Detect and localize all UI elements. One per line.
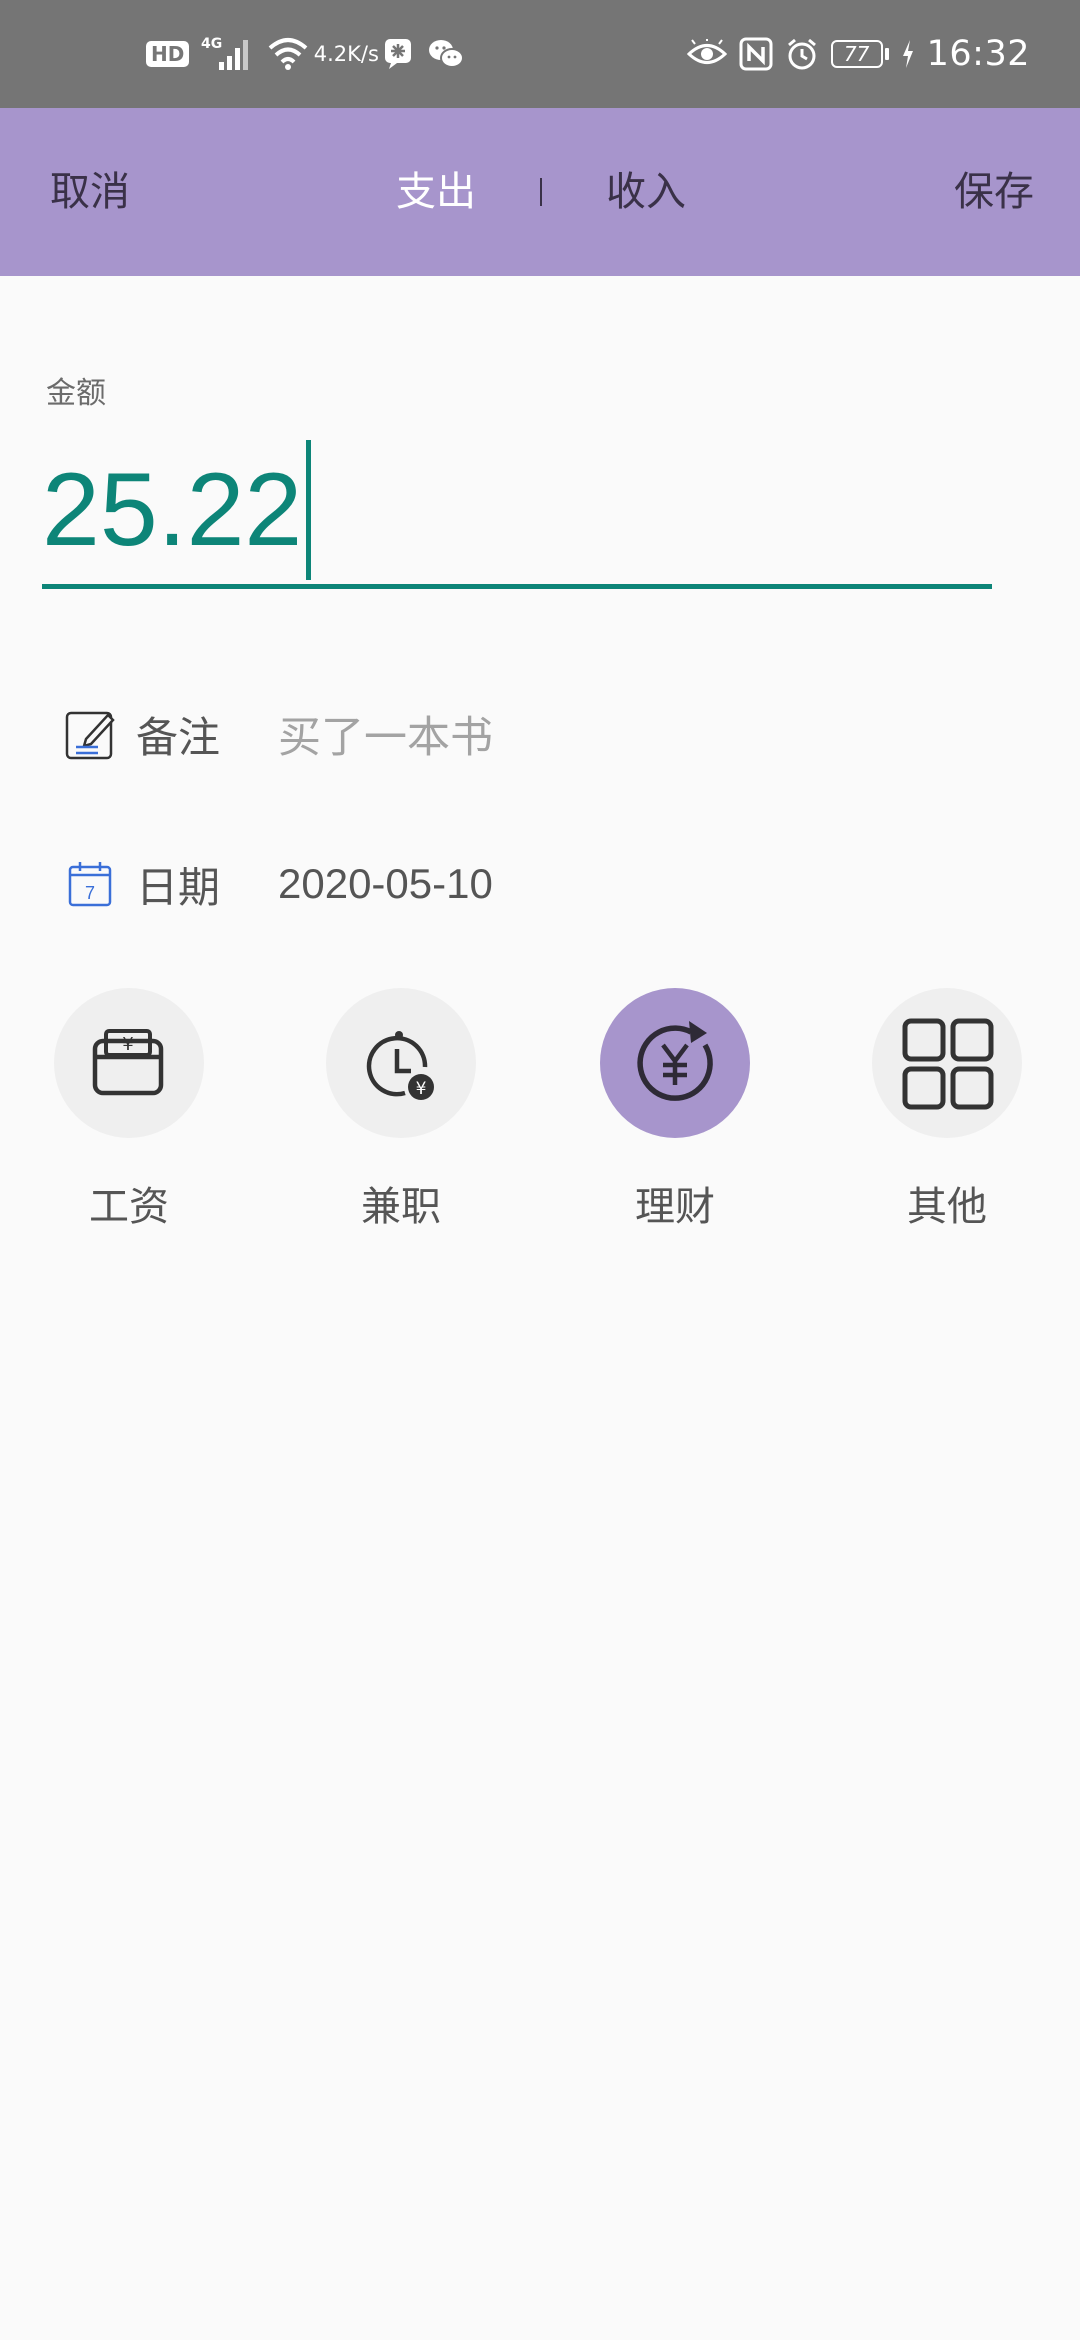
app-header: 取消 支出 收入 保存 [0,108,1080,276]
edit-note-icon [64,706,116,762]
cancel-button[interactable]: 取消 [50,108,130,276]
amount-label: 金额 [46,376,106,411]
network-speed-value: 4.2 [313,42,348,66]
date-label: 日期 [136,862,221,912]
charging-icon [901,39,915,69]
network-type-label: 4G [201,36,222,52]
category-parttime[interactable]: ¥ 兼职 [306,988,496,1232]
note-row[interactable]: 备注 买了一本书 [64,704,493,764]
wallet-yuan-icon: ¥ [92,1029,164,1096]
network-speed: 4.2 K/s [314,42,379,66]
nfc-icon [739,37,773,71]
status-bar-right: 77 16:32 [686,30,1030,78]
alarm-icon [785,37,819,71]
calendar-icon: 7 [64,856,116,912]
app-notification-icon [383,37,415,71]
category-parttime-button[interactable]: ¥ [326,988,476,1138]
eye-comfort-icon [686,39,727,69]
tab-income[interactable]: 收入 [606,108,686,276]
yuan-cycle-icon [637,1021,713,1101]
amount-input[interactable]: 25.22 [42,440,992,592]
amount-underline [42,584,992,589]
hd-voice-icon: HD [146,41,190,67]
category-parttime-label: 兼职 [361,1184,441,1230]
tab-expense[interactable]: 支出 [396,108,476,276]
calendar-icon-day: 7 [85,883,95,903]
svg-text:¥: ¥ [122,1034,133,1055]
category-salary-button[interactable]: ¥ [54,988,204,1138]
category-finance[interactable]: 理财 [580,988,770,1232]
wifi-icon [267,36,309,72]
category-salary[interactable]: ¥ 工资 [34,988,224,1232]
amount-value[interactable]: 25.22 [42,440,302,580]
svg-text:¥: ¥ [416,1079,427,1099]
status-bar: HD 4G 4.2 K/s 77 16:32 [0,0,1080,108]
note-label: 备注 [136,712,221,762]
note-field[interactable]: 买了一本书 [278,703,493,765]
text-cursor [306,440,311,580]
network-speed-unit: K/s [347,42,379,66]
battery-icon: 77 [830,40,889,68]
category-finance-button[interactable] [600,988,750,1138]
save-button[interactable]: 保存 [954,108,1034,276]
date-field[interactable]: 2020-05-10 [278,860,493,908]
status-time: 16:32 [926,34,1030,74]
grid-icon [902,1018,994,1110]
status-bar-left: HD 4G 4.2 K/s [146,30,465,78]
category-salary-label: 工资 [89,1184,169,1230]
stopwatch-yuan-icon: ¥ [366,1031,434,1100]
category-grid: ¥ 工资 ¥ 兼职 理财 其他 [0,988,1080,1230]
category-other[interactable]: 其他 [852,988,1042,1232]
cellular-signal-icon: 4G [201,34,255,74]
category-finance-label: 理财 [635,1184,715,1230]
category-other-label: 其他 [907,1184,987,1230]
tab-divider [540,178,542,206]
battery-level: 77 [830,40,883,68]
category-other-button[interactable] [872,988,1022,1138]
date-row[interactable]: 7 日期 2020-05-10 [64,854,493,914]
wechat-icon [427,37,465,71]
